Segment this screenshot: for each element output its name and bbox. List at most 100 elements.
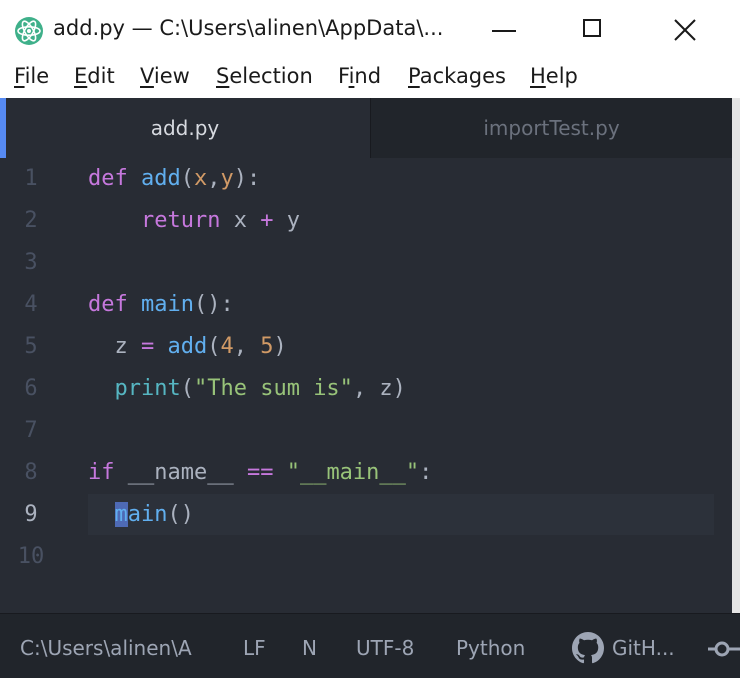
status-grammar[interactable]: Python xyxy=(456,636,525,660)
line-number: 5 xyxy=(24,334,38,359)
line-number: 10 xyxy=(17,544,45,569)
line-number: 6 xyxy=(24,376,38,401)
status-github-label[interactable]: GitH... xyxy=(612,636,675,660)
punct-token: , xyxy=(207,166,221,191)
menu-selection[interactable]: Selection xyxy=(216,64,313,88)
operator-token: = xyxy=(141,334,155,359)
code-line-4[interactable]: def main(): xyxy=(88,292,234,317)
menu-label: election xyxy=(229,64,313,88)
line-number: 7 xyxy=(24,418,38,443)
close-icon xyxy=(674,19,696,41)
operator-token: + xyxy=(260,208,274,233)
punct-token: ) xyxy=(273,334,287,359)
operator-token: == xyxy=(246,460,274,485)
status-encoding[interactable]: UTF-8 xyxy=(356,636,414,660)
tab-importtest-py[interactable]: importTest.py xyxy=(370,98,732,158)
menu-label: dit xyxy=(87,64,115,88)
menu-label: ile xyxy=(24,64,50,88)
function-token: ain xyxy=(127,502,168,527)
menu-find[interactable]: Find xyxy=(338,64,381,88)
menu-accelerator: H xyxy=(530,64,546,88)
code-line-1[interactable]: def add(x,y): xyxy=(88,166,260,191)
menu-label: nd xyxy=(354,64,382,88)
function-token: add xyxy=(141,166,181,191)
line-number: 1 xyxy=(24,166,38,191)
minimize-icon xyxy=(492,30,516,32)
line-number: 4 xyxy=(24,292,38,317)
title-bar[interactable]: add.py — C:\Users\alinen\AppData\... xyxy=(0,0,740,62)
menu-file[interactable]: File xyxy=(14,64,49,88)
menu-label: F xyxy=(338,64,349,88)
line-number-active: 9 xyxy=(24,502,38,527)
window-title: add.py — C:\Users\alinen\AppData\... xyxy=(53,16,444,40)
text-token: , z) xyxy=(352,376,406,401)
close-button[interactable] xyxy=(655,8,715,54)
tab-add-py[interactable]: add.py xyxy=(0,98,370,158)
status-indicator[interactable]: N xyxy=(302,636,317,660)
menu-packages[interactable]: Packages xyxy=(408,64,506,88)
menu-accelerator: S xyxy=(216,64,230,88)
punct-token: : xyxy=(419,460,433,485)
punct-token: ): xyxy=(233,166,261,191)
status-file-path[interactable]: C:\Users\alinen\A xyxy=(20,636,192,660)
punct-token: () xyxy=(167,502,195,527)
builtin-token: print xyxy=(114,376,181,401)
punct-token: ( xyxy=(180,166,194,191)
code-line-6[interactable]: print("The sum is", z) xyxy=(88,376,406,401)
keyword-token: def xyxy=(88,292,128,317)
param-token: y xyxy=(220,166,234,191)
line-number: 8 xyxy=(24,460,38,485)
function-token: add xyxy=(167,334,208,359)
keyword-token: return xyxy=(140,208,221,233)
menu-accelerator: F xyxy=(14,64,25,88)
code-editor[interactable]: 1 2 3 4 5 6 7 8 9 10 def add(x,y): retur… xyxy=(0,158,732,613)
punct-token: , xyxy=(233,334,261,359)
code-line-2[interactable]: return x + y xyxy=(88,208,300,233)
string-token: "The sum is" xyxy=(193,376,353,401)
github-icon[interactable] xyxy=(572,632,604,664)
window-edge xyxy=(732,98,740,613)
status-line-ending[interactable]: LF xyxy=(243,636,266,660)
punct-token: (): xyxy=(193,292,234,317)
maximize-button[interactable] xyxy=(563,8,623,54)
line-number: 2 xyxy=(24,208,38,233)
punct-token: ( xyxy=(180,376,194,401)
menu-view[interactable]: View xyxy=(140,64,190,88)
function-token: main xyxy=(141,292,194,317)
menu-accelerator: E xyxy=(74,64,88,88)
number-token: 4 xyxy=(220,334,234,359)
menu-label: iew xyxy=(153,64,190,88)
keyword-token: def xyxy=(88,166,128,191)
menu-help[interactable]: Help xyxy=(530,64,578,88)
minimize-button[interactable] xyxy=(476,8,536,54)
menu-accelerator: P xyxy=(408,64,420,88)
git-commit-icon[interactable] xyxy=(708,638,740,660)
string-token: "__main__" xyxy=(286,460,420,485)
keyword-token: if xyxy=(88,460,115,485)
code-line-9[interactable]: main() xyxy=(88,502,194,527)
text-token: y xyxy=(273,208,300,233)
text-cursor: m xyxy=(114,502,128,527)
code-line-8[interactable]: if __name__ == "__main__": xyxy=(88,460,432,485)
code-line-5[interactable]: z = add(4, 5) xyxy=(88,334,287,359)
line-number: 3 xyxy=(24,250,38,275)
text-token: z xyxy=(114,334,141,359)
tab-label: importTest.py xyxy=(483,116,620,140)
menu-label: elp xyxy=(545,64,578,88)
tab-bar: add.py importTest.py xyxy=(0,98,740,158)
number-token: 5 xyxy=(260,334,274,359)
tab-label: add.py xyxy=(150,116,220,140)
atom-icon xyxy=(15,17,43,45)
param-token: x xyxy=(194,166,208,191)
punct-token: ( xyxy=(207,334,221,359)
status-bar: C:\Users\alinen\A LF N UTF-8 Python GitH… xyxy=(0,613,740,678)
menu-bar: File Edit View Selection Find Packages H… xyxy=(0,62,740,98)
menu-edit[interactable]: Edit xyxy=(74,64,115,88)
text-token: x xyxy=(220,208,261,233)
